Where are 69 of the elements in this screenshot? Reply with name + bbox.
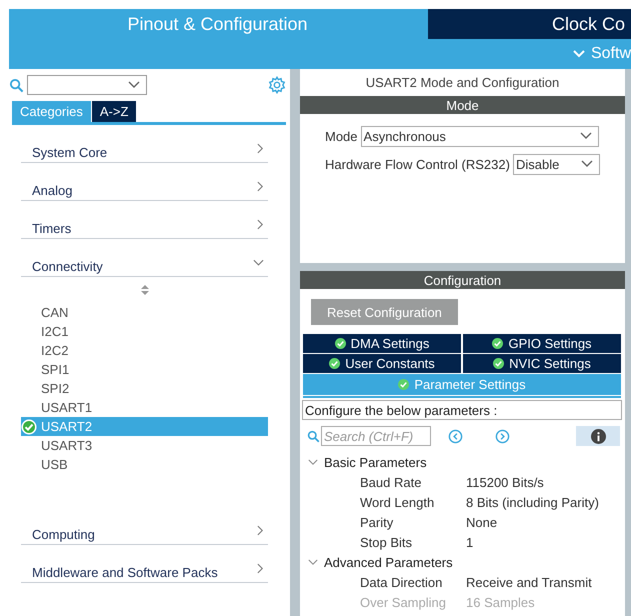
search-icon [307, 430, 320, 442]
parameter-group[interactable]: Advanced Parameters [308, 552, 625, 572]
category-header[interactable]: System Core [21, 137, 268, 163]
category-header[interactable]: Timers [21, 213, 268, 239]
previous-icon[interactable] [448, 428, 463, 444]
search-field[interactable]: Search (Ctrl+F) [321, 426, 431, 446]
chevron-down-icon [580, 132, 592, 140]
check-icon [334, 338, 346, 349]
category-header[interactable]: Computing [21, 519, 268, 545]
info-button[interactable] [576, 426, 620, 446]
parameter-name: Word Length [360, 494, 436, 510]
peripheral-item[interactable]: CAN [21, 303, 268, 322]
top-tab[interactable]: Clock Co [428, 9, 631, 39]
settings-icon[interactable] [268, 76, 286, 94]
check-icon [492, 338, 504, 349]
check-icon [398, 379, 410, 390]
chevron-right-icon [257, 219, 264, 230]
chevron-down-icon [580, 160, 593, 168]
chevron-down-icon [308, 558, 318, 566]
parameter-name: Stop Bits [360, 534, 414, 550]
peripheral-item[interactable]: I2C1 [21, 322, 268, 341]
dropdown[interactable]: Asynchronous [360, 126, 599, 146]
peripheral-item[interactable]: USART1 [21, 398, 268, 417]
category-header[interactable]: Analog [21, 175, 268, 201]
check-icon [329, 358, 340, 369]
parameter-name: Baud Rate [360, 474, 422, 490]
parameter-value: Receive and Transmit [466, 574, 592, 590]
mode-header: Mode [300, 96, 625, 114]
view-tab[interactable]: A->Z [92, 101, 136, 122]
parameter-name: Parity [360, 514, 394, 530]
settings-tab[interactable]: NVIC Settings [463, 354, 621, 373]
settings-tab[interactable]: DMA Settings [303, 334, 461, 353]
parameter-value: 115200 Bits/s [466, 474, 544, 490]
peripheral-item[interactable]: USART3 [21, 436, 268, 455]
settings-tab[interactable]: GPIO Settings [463, 334, 621, 353]
parameter-value: None [466, 514, 498, 530]
peripheral-item[interactable]: I2C2 [21, 341, 268, 360]
dropdown[interactable]: Disable [512, 154, 600, 174]
sort-icon[interactable] [140, 285, 148, 295]
check-icon [493, 358, 504, 369]
parameter-group[interactable]: Basic Parameters [308, 452, 625, 472]
info-icon [590, 428, 606, 444]
search-combo-box[interactable] [27, 75, 147, 95]
panel-title: USART2 Mode and Configuration [364, 74, 560, 92]
chevron-right-icon [257, 563, 264, 574]
field-label: Mode [325, 128, 358, 144]
search-icon [9, 78, 24, 92]
chevron-right-icon [257, 181, 264, 192]
parameter-value: 1 [466, 534, 474, 550]
chevron-down-icon [128, 81, 140, 89]
next-icon[interactable] [495, 428, 510, 444]
chevron-down-icon [572, 50, 585, 58]
parameter-name: Over Sampling [360, 594, 447, 610]
parameter-name: Data Direction [360, 574, 444, 590]
chevron-right-icon [257, 143, 264, 154]
category-header[interactable]: Connectivity [21, 251, 268, 277]
parameter-value: 8 Bits (including Parity) [466, 494, 599, 510]
settings-tab[interactable]: User Constants [303, 354, 461, 373]
category-header[interactable]: Middleware and Software Packs [21, 557, 268, 583]
description-box: Configure the below parameters : [302, 400, 622, 420]
peripheral-item[interactable]: USB [21, 455, 268, 474]
parameter-value: 16 Samples [466, 594, 535, 610]
chevron-down-icon [308, 458, 318, 466]
peripheral-item[interactable]: SPI2 [21, 379, 268, 398]
field-label: Hardware Flow Control (RS232) [325, 156, 510, 172]
chevron-right-icon [257, 525, 264, 536]
chevron-down-icon [253, 258, 264, 266]
configuration-header: Configuration [300, 271, 625, 289]
peripheral-item[interactable]: SPI1 [21, 360, 268, 379]
